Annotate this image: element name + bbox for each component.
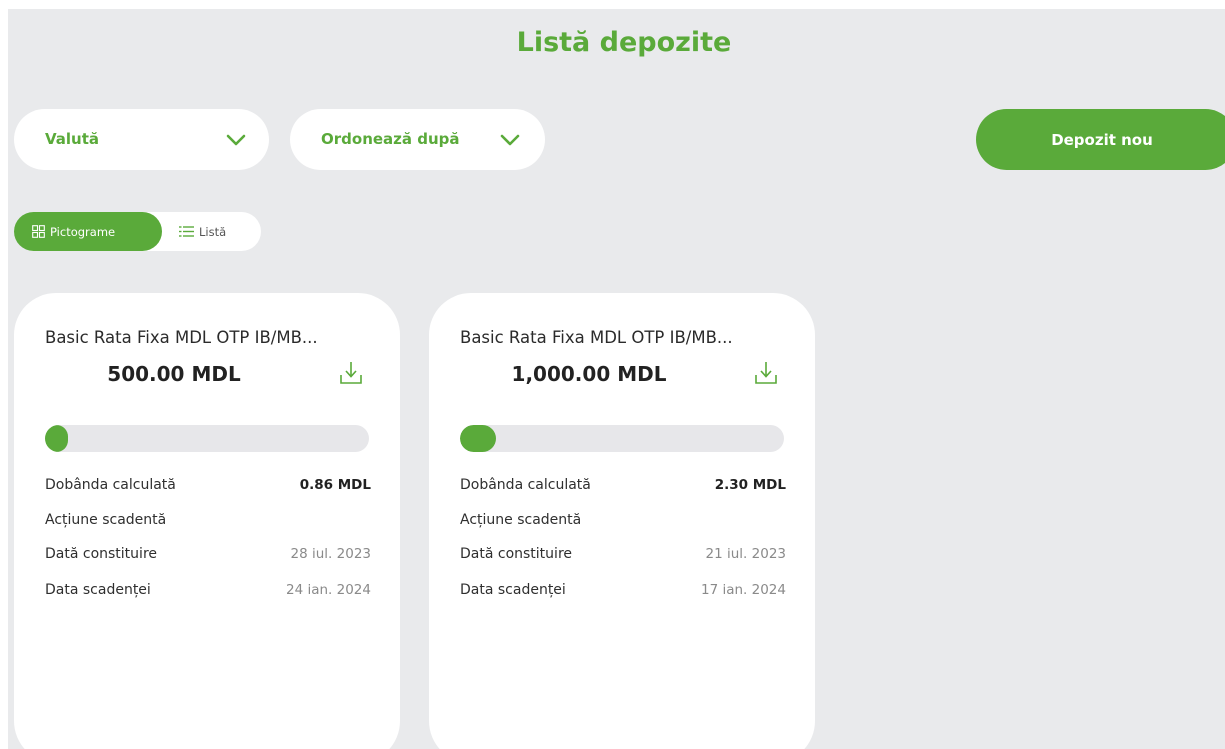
deposit-progress-bar [45, 425, 369, 452]
list-icon [179, 226, 194, 237]
sort-dropdown[interactable]: Ordonează după [290, 109, 545, 170]
deposit-name: Basic Rata Fixa MDL OTP IB/MB... [45, 328, 318, 347]
download-icon[interactable] [340, 361, 362, 385]
page-title: Listă depozite [516, 27, 732, 58]
tab-tiles-label: Pictograme [50, 224, 116, 239]
chevron-down-icon [226, 134, 246, 146]
start-date-value: 21 iul. 2023 [705, 546, 786, 562]
maturity-action-label: Acțiune scadentă [45, 512, 167, 528]
download-icon[interactable] [755, 361, 777, 385]
sort-dropdown-label: Ordonează după [321, 130, 460, 148]
maturity-date-label: Data scadenței [45, 582, 151, 598]
grid-icon [32, 225, 45, 238]
new-deposit-button[interactable]: Depozit nou [976, 109, 1225, 170]
maturity-date-label: Data scadenței [460, 582, 566, 598]
interest-value: 0.86 MDL [299, 477, 371, 493]
interest-label: Dobânda calculată [460, 477, 591, 493]
deposit-progress-bar [460, 425, 784, 452]
view-toggle: Pictograme Listă [14, 212, 261, 251]
start-date-row: Dată constituire 21 iul. 2023 [460, 546, 786, 562]
start-date-label: Dată constituire [460, 546, 572, 562]
currency-dropdown[interactable]: Valută [14, 109, 269, 170]
maturity-date-value: 24 ian. 2024 [286, 582, 371, 598]
maturity-date-value: 17 ian. 2024 [701, 582, 786, 598]
tab-list-view[interactable]: Listă [179, 212, 226, 251]
deposit-name: Basic Rata Fixa MDL OTP IB/MB... [460, 328, 733, 347]
tab-list-label: Listă [199, 224, 227, 239]
chevron-down-icon [500, 134, 520, 146]
interest-label: Dobânda calculată [45, 477, 176, 493]
start-date-value: 28 iul. 2023 [290, 546, 371, 562]
deposit-progress-fill [45, 425, 68, 452]
interest-row: Dobânda calculată 2.30 MDL [460, 477, 786, 493]
start-date-label: Dată constituire [45, 546, 157, 562]
interest-value: 2.30 MDL [714, 477, 786, 493]
currency-dropdown-label: Valută [45, 130, 100, 148]
deposit-card[interactable]: Basic Rata Fixa MDL OTP IB/MB... 1,000.0… [429, 293, 815, 749]
maturity-action-label: Acțiune scadentă [460, 512, 582, 528]
interest-row: Dobânda calculată 0.86 MDL [45, 477, 371, 493]
deposit-amount: 1,000.00 MDL [511, 362, 667, 386]
maturity-action-row: Acțiune scadentă [460, 512, 786, 528]
tab-tiles-view[interactable]: Pictograme [14, 212, 162, 251]
maturity-date-row: Data scadenței 24 ian. 2024 [45, 582, 371, 598]
start-date-row: Dată constituire 28 iul. 2023 [45, 546, 371, 562]
deposit-card[interactable]: Basic Rata Fixa MDL OTP IB/MB... 500.00 … [14, 293, 400, 749]
maturity-date-row: Data scadenței 17 ian. 2024 [460, 582, 786, 598]
deposit-amount: 500.00 MDL [107, 362, 241, 386]
maturity-action-row: Acțiune scadentă [45, 512, 371, 528]
deposit-progress-fill [460, 425, 496, 452]
deposits-page: Listă depozite Valută Ordonează după Dep… [8, 9, 1225, 749]
